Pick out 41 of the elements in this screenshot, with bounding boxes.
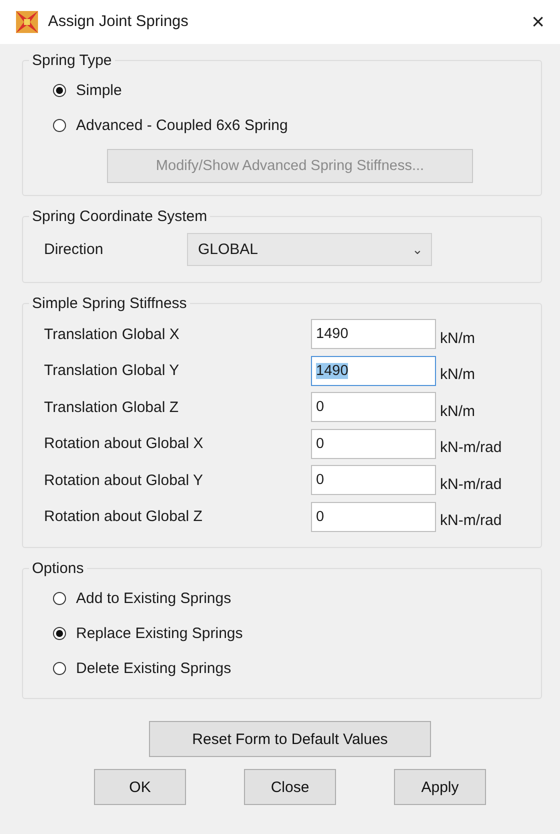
field-label: Translation Global Z [44,398,180,416]
radio-label[interactable]: Add to Existing Springs [76,590,232,607]
field-label: Rotation about Global X [44,435,204,452]
unit-label: kN/m [440,402,475,420]
group-title: Spring Coordinate System [31,208,208,225]
field-label: Translation Global Y [44,362,180,380]
input-field[interactable]: 0 [311,392,436,422]
unit-label: kN/m [440,366,475,384]
dialog-button[interactable]: Close [244,769,336,805]
radio-button[interactable] [53,592,66,605]
unit-label: kN-m/rad [440,476,502,493]
unit-label: kN-m/rad [440,439,502,456]
dialog-button[interactable]: OK [94,769,186,805]
radio-button[interactable] [53,627,66,640]
window-title: Assign Joint Springs [48,13,190,31]
group-title: Spring Type [31,52,113,69]
radio-button[interactable] [53,119,66,132]
unit-label: kN/m [440,330,475,347]
field-label: Translation Global X [44,326,180,343]
app-logo-icon [16,11,38,33]
close-button[interactable]: × [524,9,552,35]
group-title: Options [31,560,85,577]
radio-button[interactable] [53,662,66,675]
field-label: Rotation about Global Y [44,472,204,489]
input-field[interactable]: 0 [311,502,436,532]
radio-label[interactable]: Delete Existing Springs [76,660,232,677]
input-field[interactable]: 1490 [311,319,436,350]
unit-label: kN-m/rad [440,512,502,530]
input-field[interactable]: 1490 [311,356,436,386]
input-field[interactable]: 0 [311,428,436,459]
radio-button[interactable] [53,84,66,97]
field-label: Rotation about Global Z [44,508,204,526]
reset-button[interactable]: Reset Form to Default Values [149,721,431,757]
field-label: Direction [44,241,104,258]
input-field[interactable]: 0 [311,465,436,496]
radio-label[interactable]: Advanced - Coupled 6x6 Spring [76,117,288,134]
dialog-button[interactable]: Apply [394,769,486,805]
direction-dropdown[interactable]: GLOBAL ⌄ [187,233,432,266]
radio-label[interactable]: Simple [76,82,122,99]
radio-label[interactable]: Replace Existing Springs [76,625,243,642]
group-title: Simple Spring Stiffness [31,295,188,312]
